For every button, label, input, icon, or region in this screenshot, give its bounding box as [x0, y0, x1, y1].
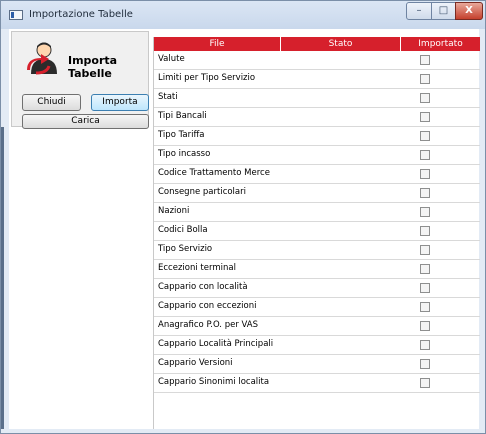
- import-button[interactable]: Importa: [91, 94, 149, 111]
- table-row[interactable]: Limiti per Tipo Servizio: [154, 70, 480, 89]
- file-name-cell: Tipi Bancali: [158, 111, 207, 121]
- grid-header: File Stato Importato: [154, 37, 480, 51]
- table-row[interactable]: Tipo Servizio: [154, 241, 480, 260]
- maximize-icon: □: [438, 5, 449, 16]
- file-name-cell: Nazioni: [158, 206, 190, 216]
- column-header-importato[interactable]: Importato: [401, 37, 480, 51]
- table-row[interactable]: Eccezioni terminal: [154, 260, 480, 279]
- table-row[interactable]: Anagrafico P.O. per VAS: [154, 317, 480, 336]
- grid-rows: Valute Limiti per Tipo Servizio Stati Tipi …: [154, 51, 480, 393]
- imported-checkbox[interactable]: [420, 226, 430, 236]
- file-name-cell: Cappario Versioni: [158, 358, 233, 368]
- maximize-button[interactable]: □: [431, 2, 456, 20]
- imported-checkbox[interactable]: [420, 340, 430, 350]
- imported-checkbox[interactable]: [420, 359, 430, 369]
- tables-grid: File Stato Importato Valute Limiti per Ti…: [153, 37, 480, 429]
- table-row[interactable]: Codici Bolla: [154, 222, 480, 241]
- file-name-cell: Limiti per Tipo Servizio: [158, 73, 256, 83]
- imported-checkbox[interactable]: [420, 378, 430, 388]
- table-row[interactable]: Cappario Versioni: [154, 355, 480, 374]
- imported-checkbox[interactable]: [420, 131, 430, 141]
- file-name-cell: Codici Bolla: [158, 225, 208, 235]
- file-name-cell: Tipo Servizio: [158, 244, 213, 254]
- table-row[interactable]: Cappario Sinonimi localita: [154, 374, 480, 393]
- file-name-cell: Anagrafico P.O. per VAS: [158, 320, 258, 330]
- imported-checkbox[interactable]: [420, 321, 430, 331]
- title-bar[interactable]: Importazione Tabelle – □ X: [1, 1, 485, 29]
- imported-checkbox[interactable]: [420, 207, 430, 217]
- imported-checkbox[interactable]: [420, 150, 430, 160]
- imported-checkbox[interactable]: [420, 302, 430, 312]
- imported-checkbox[interactable]: [420, 93, 430, 103]
- imported-checkbox[interactable]: [420, 55, 430, 65]
- file-name-cell: Cappario con eccezioni: [158, 301, 257, 311]
- file-name-cell: Stati: [158, 92, 178, 102]
- left-frame: Importa Tabelle Chiudi Importa Carica: [1, 29, 150, 429]
- minimize-icon: –: [416, 5, 422, 16]
- imported-checkbox[interactable]: [420, 112, 430, 122]
- window-title: Importazione Tabelle: [29, 9, 133, 20]
- command-panel: Importa Tabelle Chiudi Importa Carica: [11, 31, 149, 129]
- imported-checkbox[interactable]: [420, 264, 430, 274]
- file-name-cell: Cappario con località: [158, 282, 248, 292]
- user-import-icon: [27, 42, 57, 75]
- close-icon: X: [465, 5, 473, 16]
- file-name-cell: Tipo incasso: [158, 149, 211, 159]
- imported-checkbox[interactable]: [420, 245, 430, 255]
- table-row[interactable]: Tipi Bancali: [154, 108, 480, 127]
- table-row[interactable]: Codice Trattamento Merce: [154, 165, 480, 184]
- close-window-button[interactable]: X: [455, 2, 483, 20]
- table-row[interactable]: Tipo Tariffa: [154, 127, 480, 146]
- table-row[interactable]: Cappario con località: [154, 279, 480, 298]
- imported-checkbox[interactable]: [420, 188, 430, 198]
- table-row[interactable]: Tipo incasso: [154, 146, 480, 165]
- file-name-cell: Valute: [158, 54, 185, 64]
- table-row[interactable]: Stati: [154, 89, 480, 108]
- importazione-window: Importazione Tabelle – □ X Importa Tabel…: [0, 0, 486, 434]
- file-name-cell: Cappario Località Principali: [158, 339, 274, 349]
- table-row[interactable]: Cappario con eccezioni: [154, 298, 480, 317]
- file-name-cell: Tipo Tariffa: [158, 130, 205, 140]
- imported-checkbox[interactable]: [420, 169, 430, 179]
- imported-checkbox[interactable]: [420, 283, 430, 293]
- table-row[interactable]: Consegne particolari: [154, 184, 480, 203]
- load-button[interactable]: Carica: [22, 114, 149, 129]
- table-row[interactable]: Nazioni: [154, 203, 480, 222]
- column-header-stato[interactable]: Stato: [281, 37, 401, 51]
- file-name-cell: Consegne particolari: [158, 187, 246, 197]
- app-window-icon: [9, 10, 23, 20]
- table-row[interactable]: Cappario Località Principali: [154, 336, 480, 355]
- panel-title: Importa Tabelle: [68, 54, 118, 80]
- left-edge-bar: [1, 127, 4, 429]
- file-name-cell: Codice Trattamento Merce: [158, 168, 270, 178]
- close-button[interactable]: Chiudi: [22, 94, 81, 111]
- content-area: Importa Tabelle Chiudi Importa Carica Fi…: [1, 29, 480, 429]
- file-name-cell: Cappario Sinonimi localita: [158, 377, 270, 387]
- imported-checkbox[interactable]: [420, 74, 430, 84]
- minimize-button[interactable]: –: [406, 2, 432, 20]
- column-header-file[interactable]: File: [154, 37, 281, 51]
- file-name-cell: Eccezioni terminal: [158, 263, 236, 273]
- table-row[interactable]: Valute: [154, 51, 480, 70]
